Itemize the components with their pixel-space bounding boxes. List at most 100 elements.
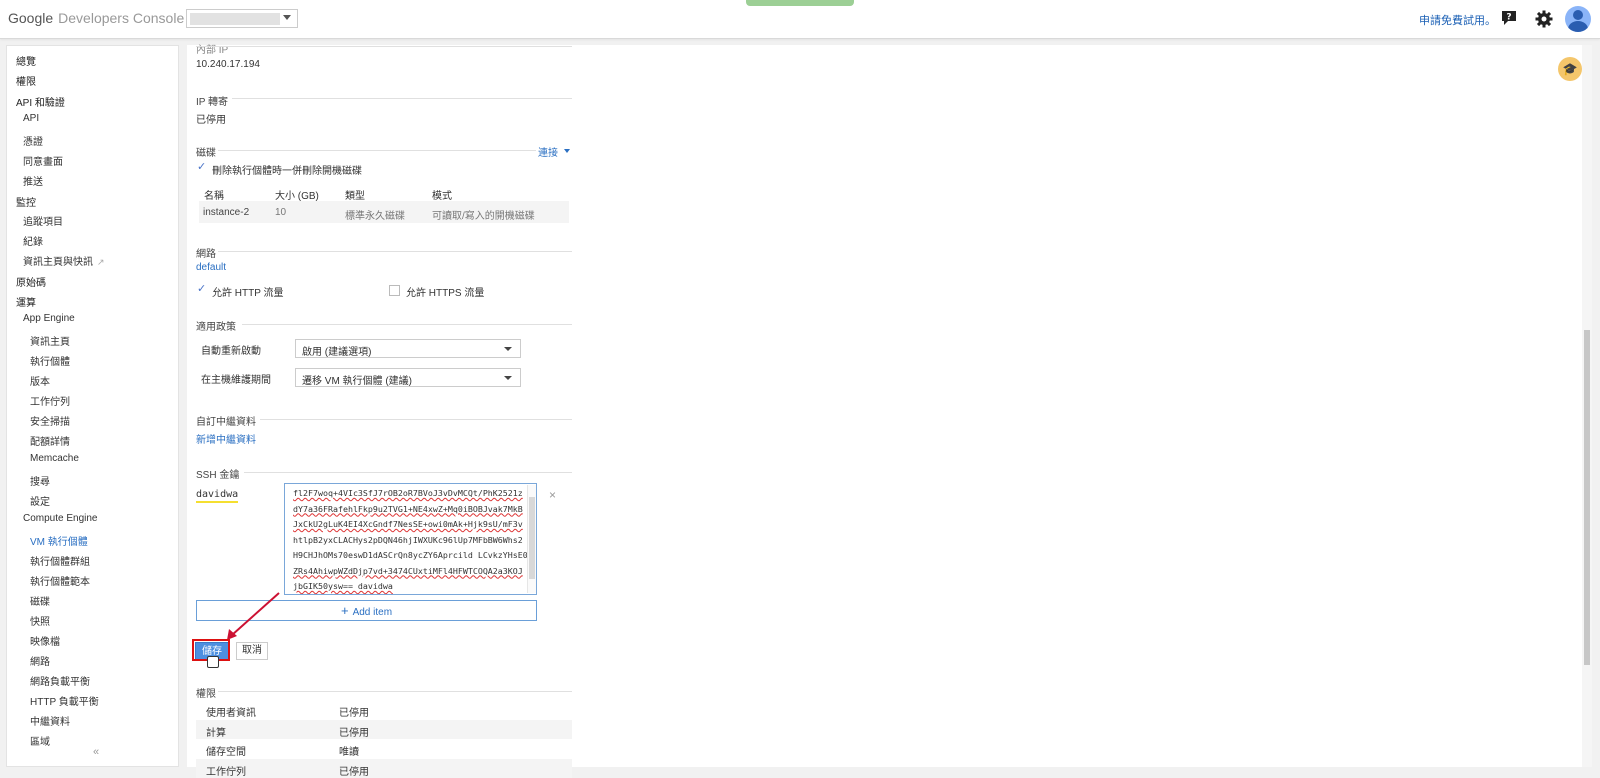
sidebar-item[interactable]: 同意畫面 [23, 153, 63, 168]
cancel-button[interactable]: 取消 [236, 642, 268, 660]
sidebar-item-label: 執行個體群組 [30, 557, 90, 568]
sidebar-item[interactable]: 安全掃描 [30, 413, 70, 428]
project-selector[interactable] [186, 9, 298, 28]
ssh-key-textarea[interactable]: fl2F7woq+4VIc3SfJ7rOB2oR7BVoJ3vDvMCQt/Ph… [284, 483, 537, 595]
sidebar-item[interactable]: 總覽 [16, 53, 36, 68]
sidebar-item[interactable]: 快照 [30, 613, 50, 628]
sidebar-item[interactable]: 執行個體 [30, 353, 70, 368]
mortarboard-icon[interactable]: 🎓 [1558, 57, 1582, 81]
sidebar-item[interactable]: 工作佇列 [30, 393, 70, 408]
sidebar-item-label: 權限 [16, 77, 36, 88]
sidebar-item[interactable]: 區域 [30, 733, 50, 748]
divider [232, 98, 572, 99]
chevron-down-icon[interactable] [564, 149, 570, 153]
sidebar-item-label: 總覽 [16, 57, 36, 68]
ssh-key-line: dY7a36FRafehlFkp9u2TVG1+NE4xwZ+Mq0iBOBJv… [293, 503, 523, 514]
sidebar-item[interactable]: 原始碼 [16, 274, 46, 289]
sidebar-item[interactable]: 磁碟 [30, 593, 50, 608]
external-link-icon: ↗ [97, 257, 105, 267]
sidebar-item[interactable]: 權限 [16, 73, 36, 88]
connect-link[interactable]: 連接 [538, 144, 558, 159]
table-row: 工作佇列 已停用 [196, 759, 572, 778]
sidebar-item[interactable]: App Engine [23, 313, 75, 324]
permission-value: 已停用 [339, 728, 369, 739]
sidebar-item[interactable]: API 和驗證 [16, 94, 65, 109]
maintenance-select[interactable]: 遷移 VM 執行個體 (建議) [295, 368, 521, 387]
ip-forward-label: IP 轉寄 [196, 97, 229, 108]
sidebar-item-label: API [23, 113, 40, 124]
sidebar-item-label: 原始碼 [16, 278, 46, 289]
sidebar-item[interactable]: Memcache [30, 453, 79, 464]
sidebar-item[interactable]: 網路負載平衡 [30, 673, 90, 688]
textarea-scrollbar[interactable] [527, 485, 536, 593]
sidebar-item[interactable]: 紀錄 [23, 233, 43, 248]
sidebar-item[interactable]: API [23, 113, 39, 124]
internal-ip-label: 內部 IP [196, 45, 229, 56]
ssh-key-line: fl2F7woq+4VIc3SfJ7rOB2oR7BVoJ3vDvMCQt/Ph… [293, 488, 523, 498]
sidebar-item[interactable]: 資訊主頁 [30, 333, 70, 348]
feedback-icon[interactable]: ? [1500, 9, 1518, 27]
permission-name: 計算 [206, 728, 226, 739]
avatar[interactable] [1565, 6, 1591, 32]
logo-google: Google [8, 10, 54, 26]
gear-icon[interactable] [1535, 10, 1553, 28]
sidebar-item[interactable]: 執行個體範本 [30, 573, 90, 588]
sidebar-item-label: 網路 [30, 657, 50, 668]
divider [218, 251, 572, 252]
sidebar-item[interactable]: 資訊主頁與快訊 ↗ [23, 253, 105, 268]
disk-col-type: 類型 [345, 191, 365, 202]
sidebar-item[interactable]: 憑證 [23, 133, 43, 148]
sidebar-item-label: VM 執行個體 [30, 537, 88, 548]
collapse-sidebar-icon[interactable]: « [93, 746, 99, 758]
free-trial-link[interactable]: 申請免費試用。 [1419, 12, 1496, 28]
sidebar-item[interactable]: VM 執行個體 [30, 533, 88, 548]
sidebar-item[interactable]: 追蹤項目 [23, 213, 63, 228]
sidebar-item[interactable]: 版本 [30, 373, 50, 388]
sidebar-item[interactable]: Compute Engine [23, 513, 98, 524]
sidebar-item[interactable]: 推送 [23, 173, 43, 188]
sidebar-item[interactable]: 設定 [30, 493, 50, 508]
ssh-key-line: ZRs4AhiwpWZdDjp7vd+3474CUxtiMFl4HFWTCOQA… [293, 565, 523, 576]
sidebar-item-label: 工作佇列 [30, 397, 70, 408]
sidebar-item[interactable]: 網路 [30, 653, 50, 668]
sidebar-item-label: 資訊主頁 [30, 337, 70, 348]
close-icon[interactable]: × [549, 488, 556, 502]
internal-ip-value: 10.240.17.194 [196, 59, 260, 70]
policy-label: 適用政策 [196, 322, 236, 333]
sidebar-item-label: 配額詳情 [30, 437, 70, 448]
sidebar-item[interactable]: HTTP 負載平衡 [30, 693, 99, 708]
sidebar-item[interactable]: 運算 [16, 294, 36, 309]
table-row: 儲存空間 唯讀 [196, 739, 572, 758]
sidebar-item[interactable]: 監控 [16, 194, 36, 209]
logo[interactable]: Google Developers Console [8, 10, 184, 26]
maintenance-value: 遷移 VM 執行個體 (建議) [302, 376, 412, 387]
ssh-key-line: jbGIK50ysw== davidwa [293, 581, 393, 591]
disk-col-mode: 模式 [432, 191, 452, 202]
sidebar-item[interactable]: 映像檔 [30, 633, 60, 648]
cursor-icon [207, 656, 219, 668]
top-bar: Google Developers Console 申請免費試用。 ? [0, 0, 1600, 39]
divider [218, 150, 536, 151]
ssh-keys-label: SSH 金鑰 [196, 470, 240, 481]
network-default-link[interactable]: default [196, 262, 226, 273]
ssh-key-line: htlpB2yxCLACHys2pDQN46hjIWXUKc96lUp7MFbB… [293, 534, 523, 545]
permission-name: 使用者資訊 [206, 708, 256, 719]
add-metadata-link[interactable]: 新增中繼資料 [196, 431, 256, 446]
metadata-label: 自訂中繼資料 [196, 417, 256, 428]
delete-disk-label: 刪除執行個體時一併刪除開機磁碟 [212, 166, 362, 177]
auto-restart-label: 自動重新啟動 [201, 346, 261, 357]
sidebar-item[interactable]: 配額詳情 [30, 433, 70, 448]
sidebar-item-label: 版本 [30, 377, 50, 388]
sidebar-item[interactable]: 搜尋 [30, 473, 50, 488]
auto-restart-select[interactable]: 啟用 (建議選項) [295, 339, 521, 358]
page-scrollbar[interactable] [1582, 45, 1592, 767]
divider [244, 472, 572, 473]
check-icon: ✓ [197, 161, 207, 173]
disk-col-name: 名稱 [204, 191, 224, 202]
sidebar-item[interactable]: 執行個體群組 [30, 553, 90, 568]
sidebar-item-label: 快照 [30, 617, 50, 628]
sidebar-item[interactable]: 中繼資料 [30, 713, 70, 728]
sidebar-item-label: 區域 [30, 737, 50, 748]
sidebar-item-label: API 和驗證 [16, 98, 65, 109]
https-traffic-checkbox[interactable] [389, 285, 400, 296]
